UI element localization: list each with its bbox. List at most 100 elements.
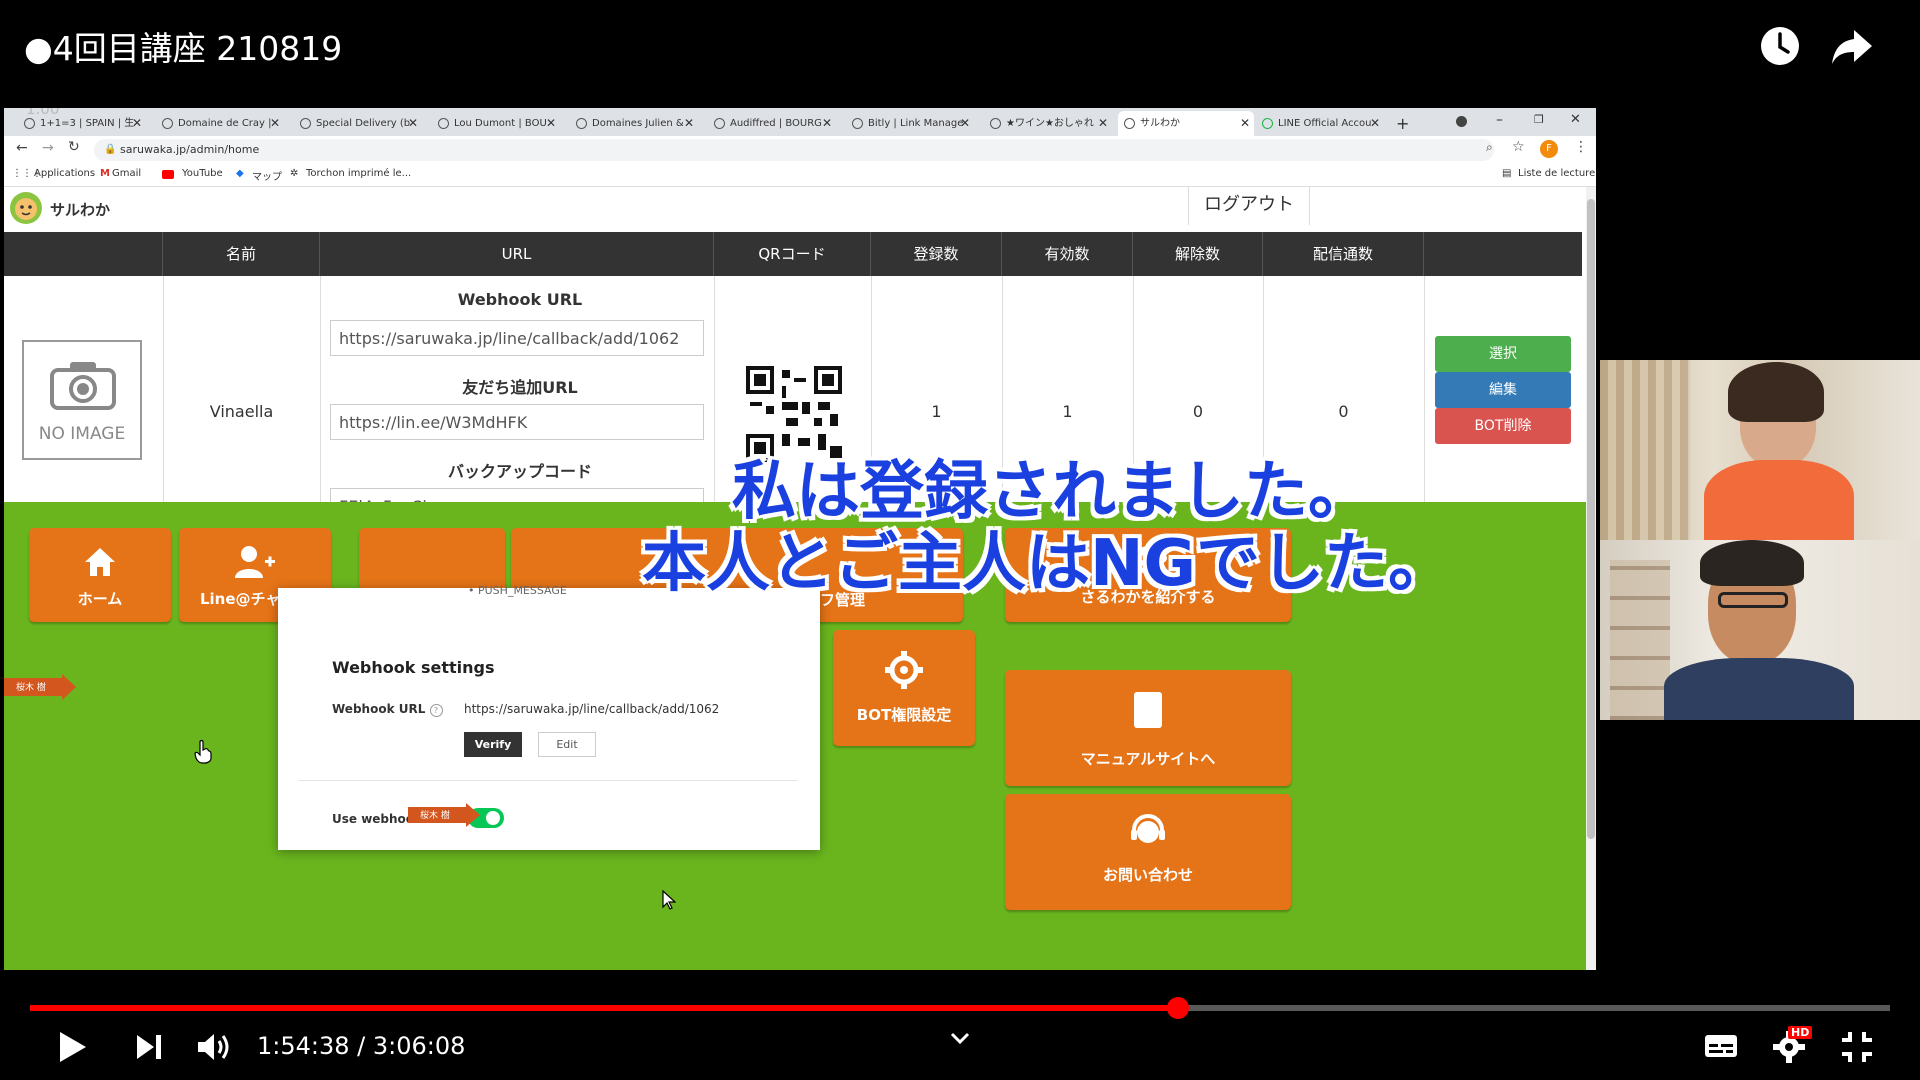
browser-tab[interactable]: Bitly | Link Manage ✕: [846, 111, 974, 136]
zoom-icon[interactable]: ⌕: [1486, 140, 1493, 155]
window-close-icon[interactable]: ✕: [1570, 108, 1581, 132]
browser-tab[interactable]: Lou Dumont | BOU ✕: [432, 111, 560, 136]
time-display: 1:54:38 / 3:06:08: [257, 1032, 466, 1060]
tab-favicon-icon: [714, 118, 725, 129]
page-scrollbar[interactable]: [1586, 187, 1596, 970]
valid-count: 1: [1062, 402, 1073, 421]
divider: [298, 780, 798, 781]
popup-webhook-url-value: https://saruwaka.jp/line/callback/add/10…: [464, 702, 720, 716]
monkey-logo-icon: [10, 192, 42, 224]
bookmark-torchon[interactable]: Torchon imprimé le...: [306, 168, 411, 179]
progress-scrubber[interactable]: [1166, 997, 1189, 1019]
bookmark-youtube[interactable]: YouTube: [182, 168, 223, 179]
logout-button[interactable]: ログアウト: [1188, 187, 1310, 225]
youtube-icon: [162, 170, 174, 179]
close-tab-icon[interactable]: ✕: [270, 111, 280, 136]
browser-tab[interactable]: ★ワイン★おしゃれ ✕: [984, 111, 1112, 136]
tab-favicon-icon: [990, 118, 1001, 129]
next-button[interactable]: [134, 1032, 164, 1066]
share-icon[interactable]: [1830, 26, 1874, 66]
minimize-icon[interactable]: –: [1496, 108, 1503, 132]
headset-icon: [1131, 814, 1165, 843]
site-logo[interactable]: サルわか: [8, 191, 110, 225]
reload-icon[interactable]: ↻: [68, 139, 80, 155]
table-header: 名前 URL QRコード 登録数 有効数 解除数 配信通数: [4, 232, 1582, 276]
profile-dot-icon[interactable]: [1456, 116, 1467, 127]
profile-avatar[interactable]: F: [1540, 140, 1558, 158]
exit-fullscreen-button[interactable]: [1840, 1030, 1874, 1068]
browser-tab-active[interactable]: サルわか ✕: [1118, 111, 1254, 136]
bookmark-star-icon[interactable]: ☆: [1512, 139, 1525, 155]
tab-favicon-icon: [300, 118, 311, 129]
edit-button[interactable]: 編集: [1435, 372, 1571, 408]
volume-button[interactable]: [196, 1031, 232, 1067]
caption-line-2: 本人とご主人はNGでした。: [640, 525, 1454, 603]
close-tab-icon[interactable]: ✕: [546, 111, 556, 136]
tab-favicon-icon: [24, 118, 35, 129]
tab-favicon-icon: [576, 118, 587, 129]
subtitles-button[interactable]: [1704, 1032, 1738, 1064]
close-tab-icon[interactable]: ✕: [960, 111, 970, 136]
popup-edit-button[interactable]: Edit: [538, 732, 596, 757]
menu-dots-icon[interactable]: ⋮: [1574, 139, 1588, 155]
new-tab-button[interactable]: +: [1390, 111, 1414, 136]
bot-permission-tile[interactable]: BOT権限設定: [833, 630, 975, 746]
manual-tile[interactable]: マニュアルサイトへ: [1005, 670, 1291, 786]
friend-url-label: 友だち追加URL: [462, 378, 578, 397]
exit-fullscreen-icon: [1842, 1032, 1872, 1062]
bookmark-favicon-icon: ✲: [290, 168, 299, 179]
close-tab-icon[interactable]: ✕: [132, 111, 142, 136]
back-icon[interactable]: ←: [16, 140, 28, 156]
gear-icon: [885, 651, 923, 689]
browser-tab[interactable]: Domaine de Cray | ✕: [156, 111, 284, 136]
bookmark-gmail[interactable]: Gmail: [112, 168, 141, 179]
restore-icon[interactable]: ❐: [1534, 108, 1544, 132]
close-tab-icon[interactable]: ✕: [1370, 111, 1380, 136]
bookmark-applications[interactable]: Applications: [34, 168, 95, 179]
close-tab-icon[interactable]: ✕: [822, 111, 832, 136]
forward-icon[interactable]: →: [42, 140, 54, 156]
close-tab-icon[interactable]: ✕: [1240, 111, 1250, 136]
zoom-overlay: 1.00: [26, 108, 60, 118]
verify-button[interactable]: Verify: [464, 732, 522, 757]
progress-fill: [30, 1005, 1178, 1011]
browser-tab[interactable]: Domaines Julien & ✕: [570, 111, 698, 136]
watch-later-icon[interactable]: [1758, 24, 1802, 68]
contact-tile[interactable]: お問い合わせ: [1005, 794, 1291, 910]
play-button[interactable]: [56, 1030, 88, 1068]
reading-list[interactable]: Liste de lecture: [1518, 168, 1595, 179]
select-button[interactable]: 選択: [1435, 336, 1571, 372]
delete-bot-button[interactable]: BOT削除: [1435, 408, 1571, 444]
name-tag-label: 桜木 樹: [420, 811, 450, 821]
close-tab-icon[interactable]: ✕: [684, 111, 694, 136]
close-tab-icon[interactable]: ✕: [408, 111, 418, 136]
popup-webhook-url-label: Webhook URL ?: [332, 702, 443, 717]
webhook-url-field[interactable]: https://saruwaka.jp/line/callback/add/10…: [330, 320, 704, 356]
scroll-thumb[interactable]: [1587, 199, 1595, 839]
browser-tab[interactable]: LINE Official Accou ✕: [1256, 111, 1384, 136]
tab-favicon-icon: [852, 118, 863, 129]
help-icon[interactable]: ?: [429, 704, 443, 717]
chevron-down-icon: [950, 1032, 970, 1045]
header-qr: QRコード: [714, 232, 871, 276]
home-tile[interactable]: ホーム: [29, 528, 171, 622]
subtitles-icon: [1705, 1035, 1737, 1057]
settings-button[interactable]: HD: [1772, 1026, 1813, 1068]
friend-url-field[interactable]: https://lin.ee/W3MdHFK: [330, 404, 704, 440]
progress-bar[interactable]: [30, 997, 1890, 1019]
address-bar: ← → ↻ 🔒 saruwaka.jp/admin/home ⌕ ☆ F ⋮: [4, 136, 1596, 164]
close-tab-icon[interactable]: ✕: [1098, 111, 1108, 136]
participant-video-2: [1600, 540, 1920, 720]
cancelled-count: 0: [1192, 402, 1204, 421]
webhook-settings-popup: • PUSH_MESSAGE Webhook settings Webhook …: [278, 584, 820, 910]
bookmark-maps[interactable]: マップ: [252, 168, 282, 183]
webhook-url-label: Webhook URL: [457, 290, 583, 309]
browser-tab[interactable]: Audiffred | BOURG ✕: [708, 111, 836, 136]
url-input[interactable]: 🔒 saruwaka.jp/admin/home: [94, 139, 1494, 161]
chapter-expand-button[interactable]: [948, 1030, 972, 1050]
browser-tab[interactable]: Special Delivery (b ✕: [294, 111, 422, 136]
header-cancelled: 解除数: [1133, 232, 1263, 276]
header-image: [4, 232, 163, 276]
gmail-icon: M: [100, 168, 110, 179]
volume-icon: [198, 1034, 229, 1060]
